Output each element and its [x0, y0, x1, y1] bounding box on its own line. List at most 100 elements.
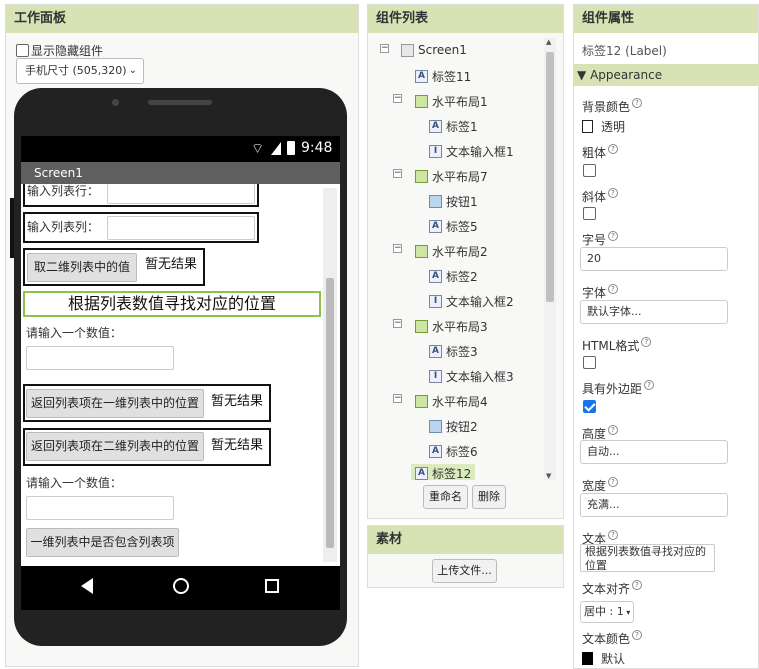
find-1d-button[interactable]: 返回列表项在一维列表中的位置	[26, 389, 204, 418]
help-icon[interactable]: ?	[632, 580, 643, 590]
screen-title-bar: Screen1	[21, 162, 340, 184]
label-icon: A	[429, 345, 442, 358]
device-size-select[interactable]: 手机尺寸 (505,320) ⌄	[16, 58, 144, 84]
delete-button[interactable]: 删除	[472, 485, 506, 509]
scroll-up-icon[interactable]: ▲	[546, 38, 551, 46]
collapse-toggle[interactable]: −	[380, 44, 389, 53]
help-icon[interactable]: ?	[608, 231, 619, 241]
screen-scrollbar[interactable]	[323, 188, 337, 562]
status-time: 9:48	[301, 140, 333, 156]
color-swatch	[582, 120, 593, 133]
has-margins-checkbox[interactable]	[583, 400, 596, 413]
get-2d-value-button[interactable]: 取二维列表中的值	[27, 253, 137, 282]
row-input-label: 输入列表行：	[27, 184, 100, 198]
tree-node-label12-selected[interactable]: A 标签12	[411, 464, 476, 480]
home-icon[interactable]	[173, 578, 189, 594]
scroll-down-icon[interactable]: ▼	[546, 472, 551, 480]
help-icon[interactable]: ?	[641, 337, 652, 347]
text-color-value[interactable]: 默认	[582, 650, 625, 667]
row-input-field[interactable]	[107, 184, 255, 204]
heading-label: 根据列表数值寻找对应的位置	[23, 291, 321, 317]
tree-node-button1[interactable]: 按钮1	[429, 193, 478, 210]
text-textarea[interactable]: 根据列表数值寻找对应的位置	[580, 544, 715, 572]
help-icon[interactable]: ?	[608, 425, 619, 435]
help-icon[interactable]: ?	[608, 284, 619, 294]
height-input[interactable]: 自动...	[580, 440, 728, 464]
help-icon[interactable]: ?	[632, 630, 643, 640]
collapse-toggle[interactable]: −	[393, 169, 402, 178]
font-size-row: 字号?	[582, 231, 619, 248]
col-input-field[interactable]	[107, 216, 255, 240]
bg-color-value[interactable]: 透明	[582, 118, 625, 135]
show-hidden-row[interactable]: 显示隐藏组件	[16, 42, 103, 59]
tree-node-label6[interactable]: A 标签6	[429, 443, 478, 460]
help-icon[interactable]: ?	[608, 530, 619, 540]
font-family-row: 字体?	[582, 284, 619, 301]
nav-bar	[21, 566, 340, 610]
tree-node-label5[interactable]: A 标签5	[429, 218, 478, 235]
rename-button[interactable]: 重命名	[423, 485, 468, 509]
help-icon[interactable]: ?	[608, 477, 619, 487]
tree-node-button2[interactable]: 按钮2	[429, 418, 478, 435]
appearance-section[interactable]: ▼ Appearance	[573, 64, 759, 86]
value-input-1[interactable]	[26, 346, 174, 370]
label-icon: A	[429, 445, 442, 458]
font-family-input[interactable]: 默认字体...	[580, 300, 728, 324]
help-icon[interactable]: ?	[608, 144, 619, 154]
bold-checkbox[interactable]	[583, 164, 596, 177]
work-panel-title: 工作面板	[6, 5, 358, 33]
text-align-select[interactable]: 居中 : 1 ▾	[580, 601, 634, 623]
result-label-2: 暂无结果	[211, 394, 264, 409]
text-align-row: 文本对齐?	[582, 580, 643, 597]
phone-side-button	[10, 198, 14, 258]
tree-node-textbox1[interactable]: I 文本输入框1	[429, 143, 514, 160]
tree-node-label2[interactable]: A 标签2	[429, 268, 478, 285]
help-icon[interactable]: ?	[644, 380, 655, 390]
show-hidden-checkbox[interactable]	[16, 44, 29, 57]
tree-scrollbar[interactable]: ▲ ▼	[544, 38, 556, 480]
width-input[interactable]: 充满...	[580, 493, 728, 517]
html-format-checkbox[interactable]	[583, 356, 596, 369]
help-icon[interactable]: ?	[608, 188, 619, 198]
color-swatch	[582, 652, 593, 665]
collapse-toggle[interactable]: −	[393, 319, 402, 328]
button-icon	[429, 420, 442, 433]
component-name: 标签12 (Label)	[582, 44, 667, 58]
label-icon: A	[429, 120, 442, 133]
collapse-toggle[interactable]: −	[393, 394, 402, 403]
contains-check-button[interactable]: 一维列表中是否包含列表项	[26, 528, 179, 557]
tree-node-hlayout4[interactable]: 水平布局4	[415, 393, 488, 410]
tree-node-screen1[interactable]: Screen1	[401, 43, 467, 57]
collapse-toggle[interactable]: −	[393, 244, 402, 253]
result-label-1: 暂无结果	[145, 257, 198, 272]
upload-button[interactable]: 上传文件...	[432, 559, 497, 583]
label-icon: A	[415, 467, 428, 480]
textbox-icon: I	[429, 295, 442, 308]
horizontal-layout-icon	[415, 245, 428, 258]
help-icon[interactable]: ?	[632, 98, 643, 108]
tree-node-label1[interactable]: A 标签1	[429, 118, 478, 135]
screen-scrollbar-thumb[interactable]	[326, 278, 334, 548]
component-tree: − Screen1 A 标签11 − 水平布局1 A 标签1 I 文本输入框1 − 水…	[369, 34, 559, 480]
tree-node-hlayout2[interactable]: 水平布局2	[415, 243, 488, 260]
tree-node-textbox3[interactable]: I 文本输入框3	[429, 368, 514, 385]
tree-node-hlayout7[interactable]: 水平布局7	[415, 168, 488, 185]
font-size-input[interactable]: 20	[580, 247, 728, 271]
italic-row: 斜体?	[582, 188, 619, 205]
value-input-2[interactable]	[26, 496, 174, 520]
tree-node-label3[interactable]: A 标签3	[429, 343, 478, 360]
recents-icon[interactable]	[265, 579, 279, 593]
horizontal-layout-icon	[415, 170, 428, 183]
tree-node-textbox2[interactable]: I 文本输入框2	[429, 293, 514, 310]
italic-checkbox[interactable]	[583, 207, 596, 220]
find-2d-button[interactable]: 返回列表项在二维列表中的位置	[26, 432, 204, 461]
collapse-arrow-icon: ▼	[577, 68, 587, 82]
tree-node-label11[interactable]: A 标签11	[415, 68, 471, 85]
screen-icon	[401, 43, 414, 57]
tree-scrollbar-thumb[interactable]	[546, 52, 554, 302]
tree-node-hlayout1[interactable]: 水平布局1	[415, 93, 488, 110]
tree-node-hlayout3[interactable]: 水平布局3	[415, 318, 488, 335]
back-icon[interactable]	[81, 578, 93, 594]
collapse-toggle[interactable]: −	[393, 94, 402, 103]
result-label-3: 暂无结果	[211, 438, 264, 453]
